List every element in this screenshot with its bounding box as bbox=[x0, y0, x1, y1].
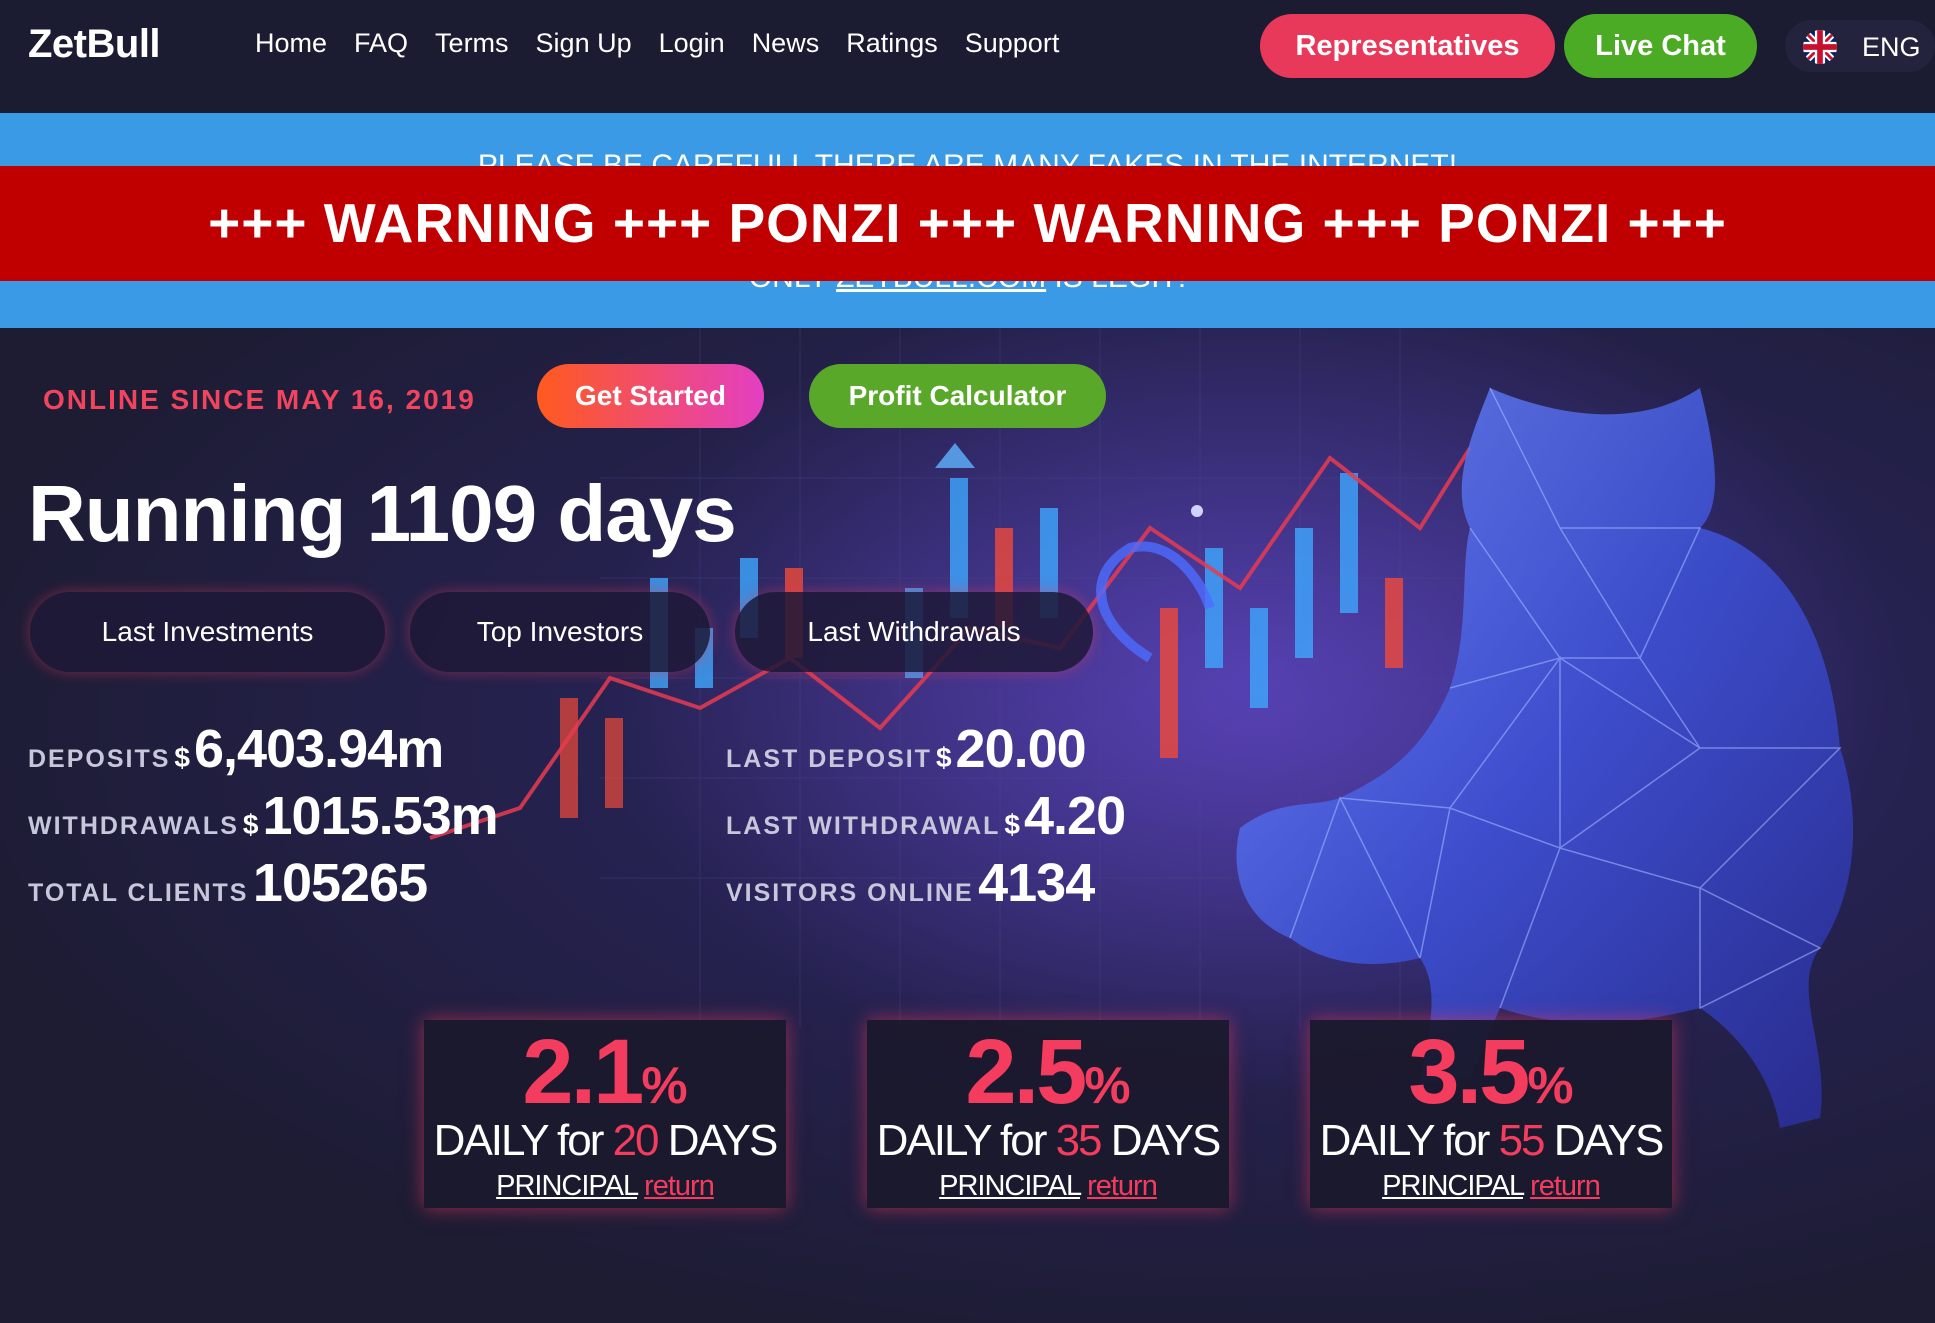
nav-faq[interactable]: FAQ bbox=[354, 28, 408, 59]
plan-return-text: return bbox=[1087, 1170, 1158, 1202]
tab-last-investments[interactable]: Last Investments bbox=[30, 592, 385, 672]
live-chat-button[interactable]: Live Chat bbox=[1564, 14, 1757, 78]
nav-support[interactable]: Support bbox=[965, 28, 1060, 59]
plan-duration: DAILY for 35 DAYS bbox=[867, 1116, 1229, 1166]
plan-card-3[interactable]: 3.5% DAILY for 55 DAYS PRINCIPAL return bbox=[1310, 1020, 1672, 1208]
plan-duration: DAILY for 20 DAYS bbox=[424, 1116, 786, 1166]
deposits-label: DEPOSITS bbox=[28, 745, 171, 773]
nav-ratings[interactable]: Ratings bbox=[846, 28, 938, 59]
plan-rate-number: 2.1 bbox=[522, 1021, 644, 1123]
plan-rate-number: 3.5 bbox=[1408, 1021, 1530, 1123]
plan-rate-symbol: % bbox=[1527, 1057, 1574, 1115]
currency-symbol: $ bbox=[242, 809, 259, 840]
withdrawals-label: WITHDRAWALS bbox=[28, 812, 239, 840]
visitors-online-label: VISITORS ONLINE bbox=[726, 879, 974, 907]
plan-principal-text: PRINCIPAL bbox=[1382, 1170, 1524, 1202]
plan-days-number: 20 bbox=[612, 1116, 660, 1165]
plan-card-1[interactable]: 2.1% DAILY for 20 DAYS PRINCIPAL return bbox=[424, 1020, 786, 1208]
plan-return: PRINCIPAL return bbox=[424, 1170, 786, 1203]
plan-days-number: 35 bbox=[1055, 1116, 1103, 1165]
withdrawals-value: 1015.53m bbox=[262, 786, 498, 846]
plan-rate-number: 2.5 bbox=[965, 1021, 1087, 1123]
nav-login[interactable]: Login bbox=[659, 28, 725, 59]
language-label: ENG bbox=[1862, 32, 1921, 62]
main-nav: Home FAQ Terms Sign Up Login News Rating… bbox=[255, 28, 1086, 59]
nav-sign-up[interactable]: Sign Up bbox=[536, 28, 632, 59]
profit-calculator-button[interactable]: Profit Calculator bbox=[809, 364, 1106, 428]
tab-last-withdrawals[interactable]: Last Withdrawals bbox=[735, 592, 1093, 672]
running-days-heading: Running 1109 days bbox=[28, 469, 737, 558]
plan-days-word: DAYS bbox=[1100, 1116, 1222, 1165]
ponzi-warning-overlay: +++ WARNING +++ PONZI +++ WARNING +++ PO… bbox=[0, 166, 1935, 281]
currency-symbol: $ bbox=[1004, 809, 1020, 840]
last-withdrawal-label: LAST WITHDRAWAL bbox=[726, 812, 1001, 840]
plan-rate: 2.1% bbox=[424, 1020, 786, 1125]
stat-deposits: DEPOSITS $6,403.94m bbox=[28, 718, 444, 780]
plan-return: PRINCIPAL return bbox=[1310, 1170, 1672, 1203]
plan-duration: DAILY for 55 DAYS bbox=[1310, 1116, 1672, 1166]
plan-rate-symbol: % bbox=[641, 1057, 688, 1115]
tab-top-investors[interactable]: Top Investors bbox=[410, 592, 710, 672]
stat-total-clients: TOTAL CLIENTS 105265 bbox=[28, 852, 428, 914]
total-clients-label: TOTAL CLIENTS bbox=[28, 879, 249, 907]
plan-rate: 3.5% bbox=[1310, 1020, 1672, 1125]
plan-return-text: return bbox=[644, 1170, 715, 1202]
plan-daily-text: DAILY for bbox=[1319, 1116, 1499, 1165]
stat-last-deposit: LAST DEPOSIT $20.00 bbox=[726, 718, 1087, 780]
deposits-value: 6,403.94m bbox=[194, 719, 444, 779]
currency-symbol: $ bbox=[174, 742, 190, 773]
language-selector[interactable]: ENG bbox=[1785, 20, 1935, 72]
plan-daily-text: DAILY for bbox=[433, 1116, 613, 1165]
nav-home[interactable]: Home bbox=[255, 28, 327, 59]
total-clients-value: 105265 bbox=[252, 853, 428, 913]
plan-days-number: 55 bbox=[1498, 1116, 1546, 1165]
currency-symbol: $ bbox=[935, 742, 952, 773]
get-started-button[interactable]: Get Started bbox=[537, 364, 764, 428]
stat-last-withdrawal: LAST WITHDRAWAL $4.20 bbox=[726, 785, 1126, 847]
representatives-button[interactable]: Representatives bbox=[1260, 14, 1555, 78]
nav-terms[interactable]: Terms bbox=[435, 28, 509, 59]
plan-principal-text: PRINCIPAL bbox=[496, 1170, 638, 1202]
plan-principal-text: PRINCIPAL bbox=[939, 1170, 1081, 1202]
plan-rate: 2.5% bbox=[867, 1020, 1229, 1125]
stat-visitors-online: VISITORS ONLINE 4134 bbox=[726, 852, 1095, 914]
last-deposit-label: LAST DEPOSIT bbox=[726, 745, 932, 773]
online-since-label: ONLINE SINCE MAY 16, 2019 bbox=[43, 384, 476, 415]
plan-return: PRINCIPAL return bbox=[867, 1170, 1229, 1203]
plan-daily-text: DAILY for bbox=[876, 1116, 1056, 1165]
plan-rate-symbol: % bbox=[1084, 1057, 1131, 1115]
last-withdrawal-value: 4.20 bbox=[1024, 786, 1126, 846]
last-deposit-value: 20.00 bbox=[955, 719, 1087, 779]
uk-flag-icon bbox=[1803, 30, 1837, 64]
site-header: ZetBull Home FAQ Terms Sign Up Login New… bbox=[0, 0, 1935, 113]
stat-withdrawals: WITHDRAWALS $1015.53m bbox=[28, 785, 499, 847]
plan-return-text: return bbox=[1530, 1170, 1601, 1202]
plan-days-word: DAYS bbox=[657, 1116, 779, 1165]
hero-section: ONLINE SINCE MAY 16, 2019 Get Started Pr… bbox=[0, 328, 1935, 1323]
page: ZetBull Home FAQ Terms Sign Up Login New… bbox=[0, 0, 1935, 1323]
visitors-online-value: 4134 bbox=[978, 853, 1095, 913]
plan-card-2[interactable]: 2.5% DAILY for 35 DAYS PRINCIPAL return bbox=[867, 1020, 1229, 1208]
site-logo[interactable]: ZetBull bbox=[28, 22, 161, 67]
nav-news[interactable]: News bbox=[752, 28, 820, 59]
plan-days-word: DAYS bbox=[1543, 1116, 1665, 1165]
